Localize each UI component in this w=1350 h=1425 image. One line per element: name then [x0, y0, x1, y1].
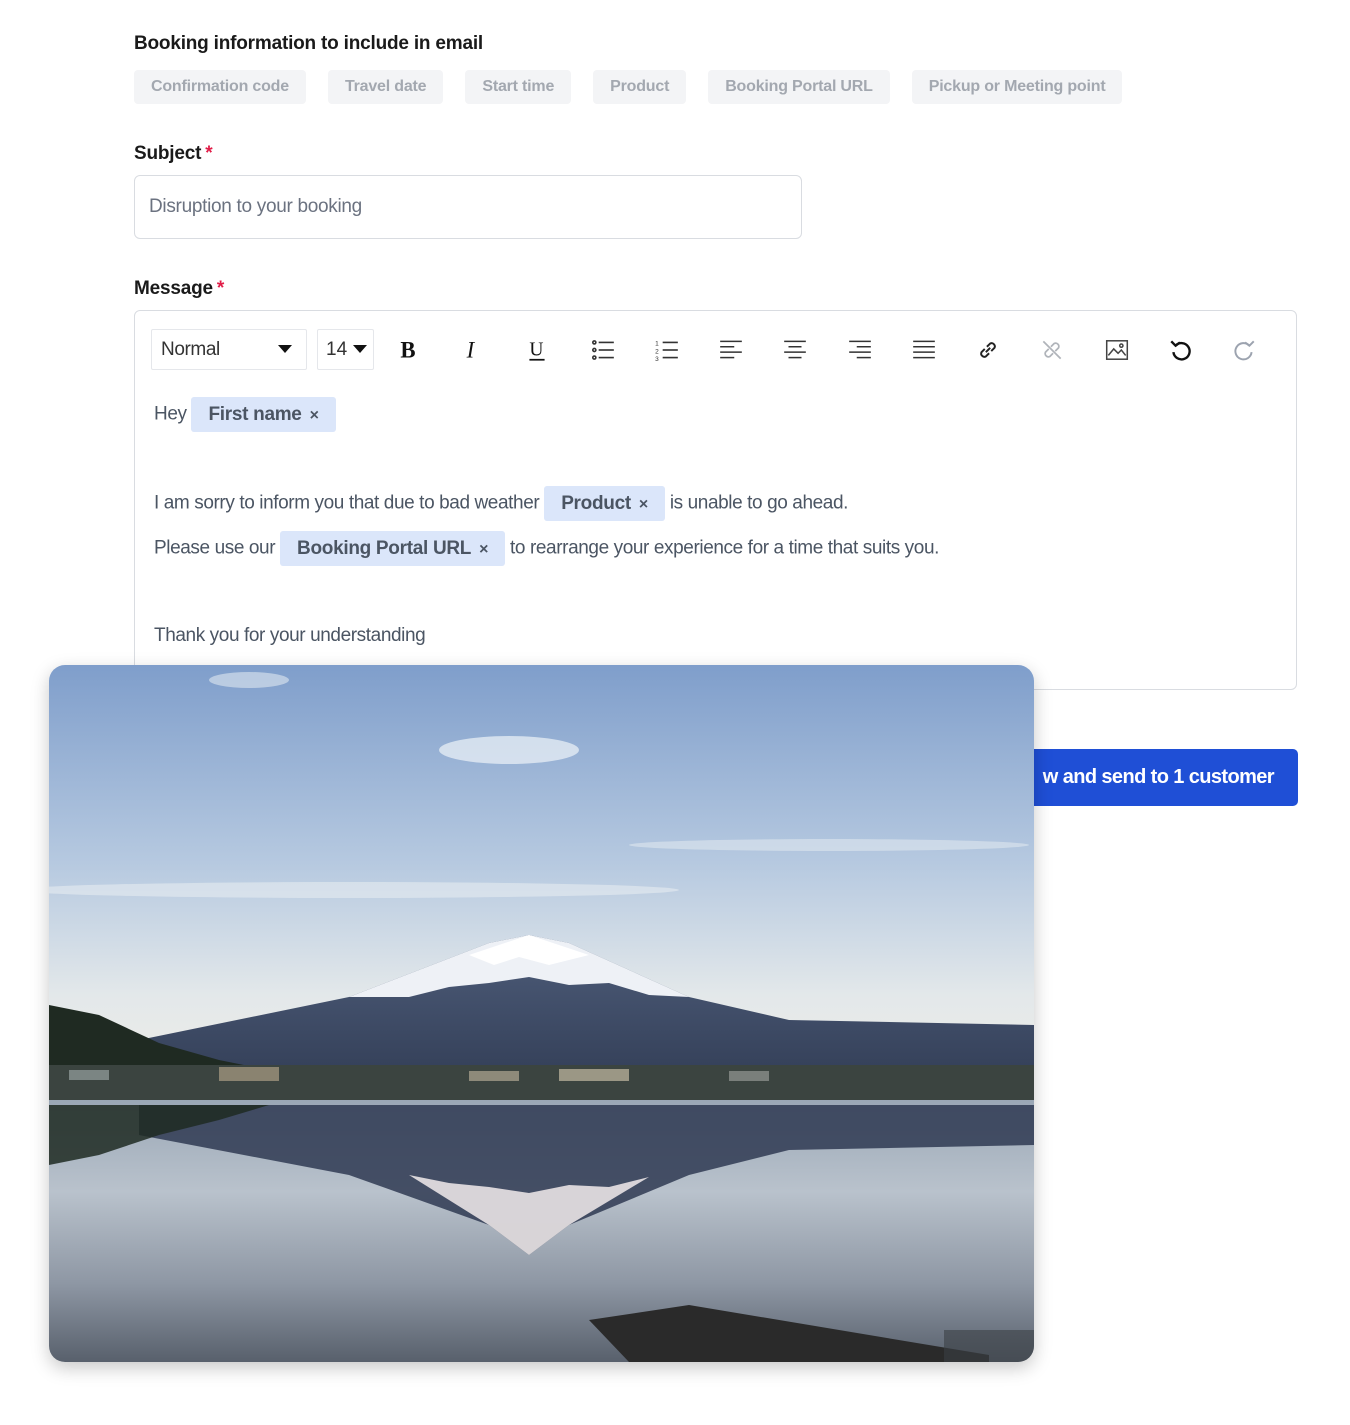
merge-tag-booking-portal-url[interactable]: Booking Portal URL × — [280, 531, 506, 566]
undo-icon[interactable] — [1165, 334, 1197, 366]
merge-tag-label: First name — [208, 404, 302, 425]
svg-text:I: I — [466, 338, 476, 363]
bold-icon[interactable]: B — [392, 334, 424, 366]
align-left-icon[interactable] — [715, 334, 747, 366]
message-text: is unable to go ahead. — [669, 492, 849, 514]
bullet-list-icon[interactable] — [587, 334, 619, 366]
message-line: Thank you for your understanding — [154, 625, 426, 646]
text-style-value: Normal — [161, 339, 220, 360]
subject-input[interactable] — [134, 175, 802, 239]
message-text: I am sorry to inform you that due to bad… — [154, 492, 540, 514]
align-justify-icon[interactable] — [908, 334, 940, 366]
message-editor[interactable]: Normal 14 B I U 123 Hey First name × I a… — [134, 310, 1297, 690]
align-center-icon[interactable] — [779, 334, 811, 366]
merge-tag-label: Product — [561, 493, 631, 514]
photo-overlay — [49, 665, 1034, 1362]
subject-label-text: Subject — [134, 143, 202, 164]
unlink-icon[interactable] — [1036, 334, 1068, 366]
booking-info-chips: Confirmation code Travel date Start time… — [134, 70, 1123, 104]
chip-booking-portal-url[interactable]: Booking Portal URL — [708, 70, 890, 104]
close-icon[interactable]: × — [310, 407, 319, 424]
close-icon[interactable]: × — [639, 496, 648, 513]
mountain-lake-photo — [49, 665, 1034, 1362]
chip-travel-date[interactable]: Travel date — [327, 70, 444, 104]
underline-icon[interactable]: U — [521, 334, 553, 366]
align-right-icon[interactable] — [844, 334, 876, 366]
preview-and-send-button[interactable]: w and send to 1 customer — [1010, 749, 1298, 806]
required-mark: * — [216, 278, 225, 299]
font-size-select[interactable]: 14 — [317, 329, 374, 370]
text-style-select[interactable]: Normal — [151, 329, 307, 370]
font-size-value: 14 — [326, 339, 348, 360]
booking-info-heading: Booking information to include in email — [134, 33, 483, 54]
message-line: Hey First name × — [154, 397, 336, 432]
message-line: I am sorry to inform you that due to bad… — [154, 486, 848, 521]
chevron-down-icon — [278, 345, 292, 353]
chip-start-time[interactable]: Start time — [465, 70, 572, 104]
svg-text:2: 2 — [655, 348, 659, 355]
image-icon[interactable] — [1101, 334, 1133, 366]
svg-text:3: 3 — [655, 356, 659, 363]
message-text: Please use our — [154, 537, 276, 559]
required-mark: * — [205, 143, 213, 164]
redo-icon[interactable] — [1228, 334, 1260, 366]
link-icon[interactable] — [972, 334, 1004, 366]
message-label-text: Message — [134, 278, 213, 299]
message-line: Please use our Booking Portal URL × to re… — [154, 531, 939, 566]
message-text: to rearrange your experience for a time … — [510, 537, 939, 559]
chip-confirmation-code[interactable]: Confirmation code — [134, 70, 306, 104]
chevron-down-icon — [353, 345, 367, 353]
subject-label: Subject * — [134, 143, 213, 165]
svg-text:U: U — [529, 339, 543, 360]
merge-tag-label: Booking Portal URL — [297, 538, 472, 559]
svg-text:B: B — [400, 338, 415, 363]
close-icon[interactable]: × — [479, 541, 488, 558]
svg-text:1: 1 — [655, 341, 659, 348]
merge-tag-first-name[interactable]: First name × — [191, 397, 336, 432]
message-text: Hey — [154, 403, 187, 425]
message-label: Message * — [134, 278, 224, 300]
send-button-label: w and send to 1 customer — [1042, 766, 1275, 788]
numbered-list-icon[interactable]: 123 — [651, 334, 683, 366]
italic-icon[interactable]: I — [456, 334, 488, 366]
merge-tag-product[interactable]: Product × — [544, 486, 665, 521]
chip-pickup-meeting-point[interactable]: Pickup or Meeting point — [911, 70, 1123, 104]
chip-product[interactable]: Product — [593, 70, 687, 104]
